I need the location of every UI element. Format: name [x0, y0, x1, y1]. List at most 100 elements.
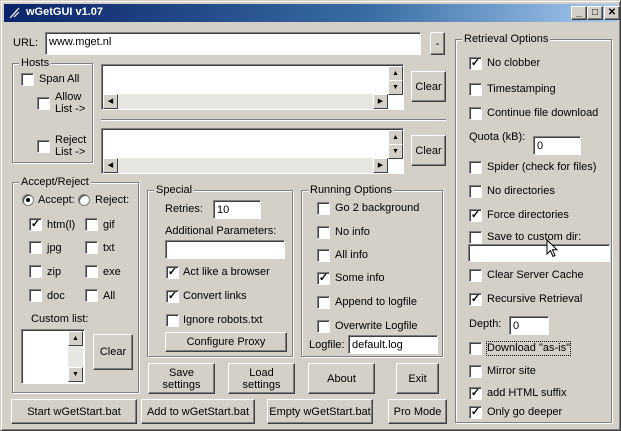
configure-proxy-button[interactable]: Configure Proxy — [165, 332, 287, 352]
no-info-checkbox[interactable] — [317, 226, 330, 239]
download-as-is-checkbox[interactable] — [469, 342, 482, 355]
htm-checkbox[interactable]: ✓ — [29, 218, 42, 231]
running-options-legend: Running Options — [308, 184, 394, 196]
go-background-checkbox[interactable] — [317, 202, 330, 215]
exit-button[interactable]: Exit — [396, 363, 439, 394]
recursive-checkbox[interactable]: ✓ — [469, 293, 482, 306]
gif-label: gif — [103, 219, 115, 231]
accept-label: Accept: — [38, 194, 75, 206]
some-info-label: Some info — [335, 272, 385, 284]
doc-checkbox[interactable] — [29, 289, 42, 302]
retries-input[interactable]: 10 — [213, 200, 261, 219]
title-bar[interactable]: wGetGUI v1.07 _ □ ✕ — [4, 4, 620, 22]
txt-checkbox[interactable] — [85, 241, 98, 254]
continue-download-label: Continue file download — [487, 107, 599, 119]
html-suffix-checkbox[interactable]: ✓ — [469, 387, 482, 400]
close-icon: ✕ — [607, 7, 617, 18]
all-checkbox[interactable] — [85, 289, 98, 302]
no-directories-checkbox[interactable] — [469, 185, 482, 198]
reject-list-box[interactable]: ▲ ▼ ◀ ▶ — [101, 128, 404, 174]
depth-input[interactable]: 0 — [509, 316, 549, 335]
url-dash-button[interactable]: - — [430, 32, 445, 55]
reject-radio[interactable] — [78, 194, 90, 206]
act-like-browser-label: Act like a browser — [183, 266, 270, 278]
minimize-button[interactable]: _ — [571, 6, 587, 20]
span-all-checkbox[interactable] — [21, 73, 34, 86]
reject-list-checkbox[interactable] — [37, 140, 50, 153]
additional-params-input[interactable] — [165, 240, 285, 259]
reject-label-2: List -> — [55, 146, 86, 158]
append-logfile-checkbox[interactable] — [317, 296, 330, 309]
force-directories-checkbox[interactable]: ✓ — [469, 209, 482, 222]
timestamping-checkbox[interactable] — [469, 83, 482, 96]
scroll-down-icon[interactable]: ▼ — [388, 80, 403, 95]
go-background-label: Go 2 background — [335, 202, 420, 214]
pro-mode-button[interactable]: Pro Mode — [388, 399, 447, 424]
start-bat-button[interactable]: Start wGetStart.bat — [11, 399, 137, 424]
scroll-down-icon[interactable]: ▼ — [68, 367, 83, 382]
allow-list-checkbox[interactable] — [37, 97, 50, 110]
scroll-up-icon[interactable]: ▲ — [388, 66, 403, 81]
spider-checkbox[interactable] — [469, 161, 482, 174]
scroll-right-icon[interactable]: ▶ — [373, 158, 388, 173]
save-settings-button[interactable]: Save settings — [148, 363, 215, 394]
logfile-input[interactable]: default.log — [348, 335, 438, 354]
clear-server-cache-checkbox[interactable] — [469, 269, 482, 282]
some-info-checkbox[interactable]: ✓ — [317, 272, 330, 285]
accept-radio[interactable] — [22, 194, 34, 206]
scroll-right-icon[interactable]: ▶ — [373, 94, 388, 109]
add-bat-button[interactable]: Add to wGetStart.bat — [141, 399, 255, 424]
url-input[interactable]: www.mget.nl — [45, 32, 421, 55]
append-logfile-label: Append to logfile — [335, 296, 417, 308]
jpg-checkbox[interactable] — [29, 241, 42, 254]
ignore-robots-checkbox[interactable] — [166, 314, 179, 327]
scroll-left-icon[interactable]: ◀ — [103, 94, 118, 109]
clear-reject-button[interactable]: Clear — [411, 135, 446, 166]
depth-label: Depth: — [469, 318, 502, 330]
act-like-browser-checkbox[interactable]: ✓ — [166, 266, 179, 279]
hosts-separator — [101, 119, 446, 121]
additional-params-label: Additional Parameters: — [165, 225, 277, 237]
clear-custom-button[interactable]: Clear — [93, 334, 133, 370]
minimize-icon: _ — [576, 7, 582, 18]
exe-checkbox[interactable] — [85, 265, 98, 278]
custom-dir-input[interactable] — [468, 244, 610, 262]
ignore-robots-label: Ignore robots.txt — [183, 314, 263, 326]
timestamping-label: Timestamping — [487, 83, 556, 95]
save-custom-dir-checkbox[interactable] — [469, 231, 482, 244]
scroll-up-icon[interactable]: ▲ — [388, 130, 403, 145]
clear-server-cache-label: Clear Server Cache — [487, 269, 584, 281]
accept-reject-legend: Accept/Reject — [19, 176, 91, 188]
empty-bat-button[interactable]: Empty wGetStart.bat — [267, 399, 373, 424]
allow-hscroll[interactable] — [103, 94, 388, 109]
zip-checkbox[interactable] — [29, 265, 42, 278]
maximize-button[interactable]: □ — [587, 6, 603, 20]
load-settings-label-2: settings — [242, 378, 281, 391]
no-clobber-label: No clobber — [487, 57, 541, 69]
logfile-label: Logfile: — [309, 339, 345, 351]
convert-links-label: Convert links — [183, 290, 247, 302]
all-info-checkbox[interactable] — [317, 249, 330, 262]
gif-checkbox[interactable] — [85, 218, 98, 231]
no-directories-label: No directories — [487, 185, 555, 197]
quota-label: Quota (kB): — [469, 131, 526, 143]
custom-list-box[interactable]: ▲ ▼ — [21, 329, 85, 384]
continue-download-checkbox[interactable] — [469, 107, 482, 120]
load-settings-button[interactable]: Load settings — [228, 363, 295, 394]
mirror-site-checkbox[interactable] — [469, 365, 482, 378]
no-clobber-checkbox[interactable]: ✓ — [469, 57, 482, 70]
scroll-left-icon[interactable]: ◀ — [103, 158, 118, 173]
only-deeper-checkbox[interactable]: ✓ — [469, 406, 482, 419]
clear-allow-button[interactable]: Clear — [411, 71, 446, 102]
overwrite-logfile-checkbox[interactable] — [317, 320, 330, 333]
special-legend: Special — [154, 184, 195, 196]
allow-list-box[interactable]: ▲ ▼ ◀ ▶ — [101, 64, 404, 110]
scroll-down-icon[interactable]: ▼ — [388, 144, 403, 159]
quota-input[interactable]: 0 — [533, 136, 581, 155]
about-button[interactable]: About — [308, 363, 375, 394]
close-button[interactable]: ✕ — [604, 6, 620, 20]
scroll-up-icon[interactable]: ▲ — [68, 331, 83, 346]
custom-list-label: Custom list: — [31, 313, 89, 325]
reject-hscroll[interactable] — [103, 158, 388, 173]
convert-links-checkbox[interactable]: ✓ — [166, 290, 179, 303]
